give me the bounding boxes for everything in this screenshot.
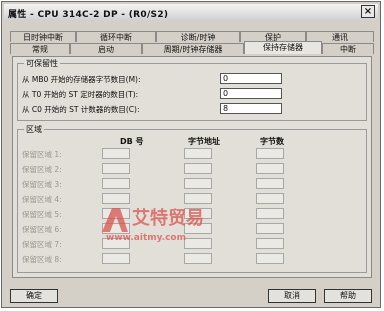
area-count-input[interactable]: [256, 178, 284, 189]
area-count-input[interactable]: [256, 253, 284, 264]
area-row-label: 保留区域 2:: [22, 165, 62, 174]
area-address-input[interactable]: [184, 253, 212, 264]
retentivity-group: 可保留性 从 MB0 开始的存储器字节数目(M): 0 从 T0 开始的 ST …: [17, 58, 367, 121]
close-button[interactable]: ×: [361, 5, 375, 18]
col-count-header: 字节数: [260, 137, 284, 146]
cancel-button[interactable]: 取消: [268, 289, 316, 303]
area-count-input[interactable]: [256, 193, 284, 204]
watermark-url: www.aitmy.com: [106, 233, 186, 242]
area-row-label: 保留区域 7:: [22, 240, 62, 249]
area-address-input[interactable]: [184, 148, 212, 159]
area-db-input[interactable]: [102, 163, 130, 174]
area-row-label: 保留区域 1:: [22, 150, 62, 159]
timer-label: 从 T0 开始的 ST 定时器的数目(T):: [22, 90, 139, 99]
area-row-label: 保留区域 6:: [22, 225, 62, 234]
area-row-label: 保留区域 5:: [22, 210, 62, 219]
col-db-header: DB 号: [120, 137, 144, 146]
watermark-name: 艾特贸易: [132, 207, 204, 229]
counter-count-input[interactable]: 8: [220, 103, 282, 114]
tab-startup[interactable]: 启动: [70, 43, 142, 54]
properties-dialog: 属性 - CPU 314C-2 DP - (R0/S2) × 日时钟中断 循环中…: [1, 1, 381, 308]
area-count-input[interactable]: [256, 223, 284, 234]
area-count-input[interactable]: [256, 208, 284, 219]
area-row-label: 保留区域 8:: [22, 255, 62, 264]
tab-cyclic-interrupt[interactable]: 循环中断: [76, 31, 156, 42]
tab-retentive-memory[interactable]: 保持存储器: [244, 41, 322, 54]
area-db-input[interactable]: [102, 178, 130, 189]
area-count-input[interactable]: [256, 163, 284, 174]
window-title: 属性 - CPU 314C-2 DP - (R0/S2): [8, 10, 169, 20]
tab-panel: 可保留性 从 MB0 开始的存储器字节数目(M): 0 从 T0 开始的 ST …: [12, 56, 372, 278]
help-button[interactable]: 帮助: [324, 289, 372, 303]
title-bar: 属性 - CPU 314C-2 DP - (R0/S2) ×: [4, 4, 378, 21]
col-address-header: 字节地址: [188, 137, 220, 146]
area-address-input[interactable]: [184, 163, 212, 174]
counter-label: 从 C0 开始的 ST 计数器的数目(C):: [22, 105, 140, 114]
tab-cycle-clock-memory[interactable]: 周期/时钟存储器: [142, 43, 244, 54]
area-db-input[interactable]: [102, 253, 130, 264]
watermark-a-mark: [102, 208, 128, 232]
ok-button[interactable]: 确定: [10, 289, 58, 303]
tab-interrupts[interactable]: 中断: [322, 43, 374, 54]
watermark-logo: 艾特贸易 www.aitmy.com: [102, 207, 204, 242]
tab-general[interactable]: 常规: [10, 43, 70, 54]
timer-count-input[interactable]: 0: [220, 88, 282, 99]
areas-title: 区域: [24, 124, 44, 135]
tab-tod-interrupt[interactable]: 日时钟中断: [10, 31, 76, 42]
area-count-input[interactable]: [256, 238, 284, 249]
area-count-input[interactable]: [256, 148, 284, 159]
areas-group: 区域 DB 号 字节地址 字节数 保留区域 1: 保留区域 2: 保留区域 3: 保留…: [17, 124, 367, 273]
tab-row-2: 常规 启动 周期/时钟存储器 保持存储器 中断: [10, 41, 374, 54]
area-db-input[interactable]: [102, 148, 130, 159]
mb-label: 从 MB0 开始的存储器字节数目(M):: [22, 75, 141, 84]
mb-count-input[interactable]: 0: [220, 73, 282, 84]
area-address-input[interactable]: [184, 178, 212, 189]
area-row-label: 保留区域 4:: [22, 195, 62, 204]
area-row-label: 保留区域 3:: [22, 180, 62, 189]
retentivity-title: 可保留性: [24, 58, 60, 69]
tab-diagnostics-clock[interactable]: 诊断/时钟: [156, 31, 240, 42]
